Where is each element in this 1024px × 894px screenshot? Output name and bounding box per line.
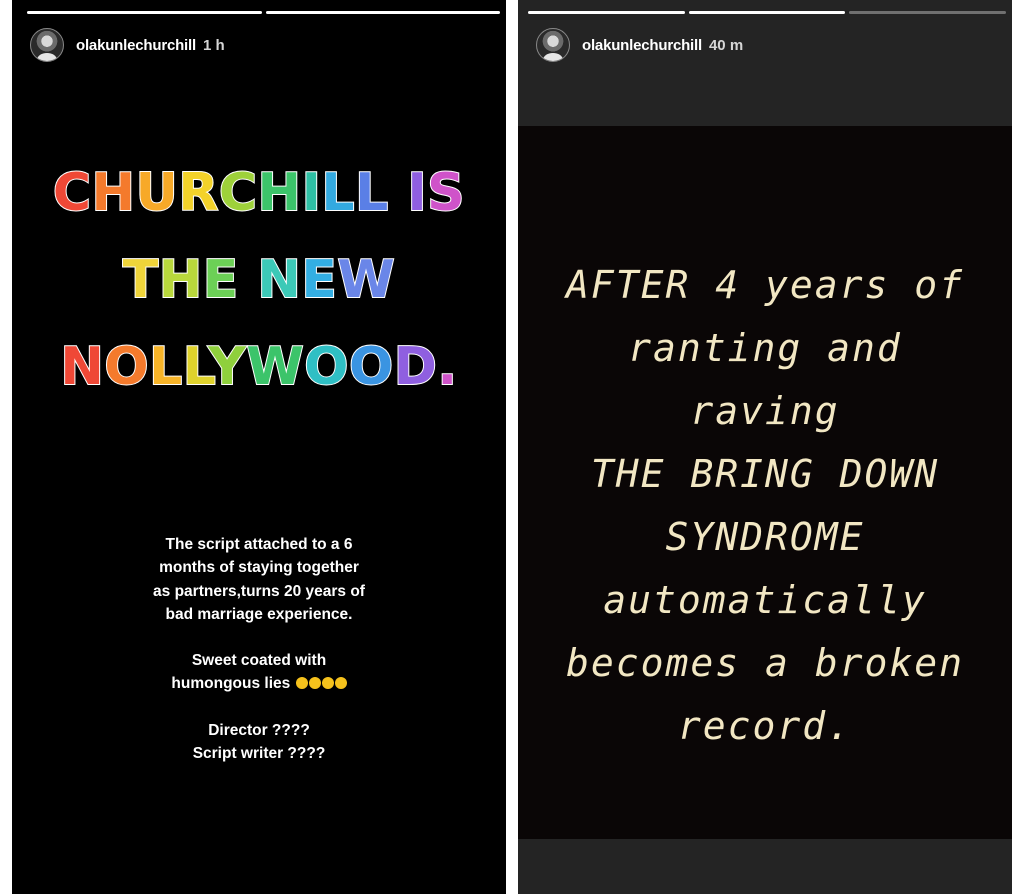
headline-line: NOLLYWOOD. bbox=[12, 324, 506, 411]
caption-paragraph: Sweet coated with humongous lies bbox=[12, 649, 506, 696]
headline-letter: T bbox=[122, 249, 159, 311]
avatar[interactable] bbox=[30, 28, 64, 62]
headline-letter: . bbox=[436, 336, 458, 398]
headline-letter: E bbox=[202, 249, 240, 311]
headline-letter: U bbox=[135, 162, 179, 224]
headline-letter bbox=[239, 250, 258, 310]
rofl-emoji-icon bbox=[334, 677, 347, 690]
timestamp: 1 h bbox=[202, 36, 225, 54]
headline-line: THE NEW bbox=[12, 237, 506, 324]
headline-letter: I bbox=[406, 162, 428, 224]
headline-letter: W bbox=[336, 249, 396, 311]
story-header: olakunlechurchill 40 m bbox=[536, 28, 743, 62]
typed-line: raving bbox=[690, 389, 840, 433]
rainbow-headline: CHURCHILL IS THE NEW NOLLYWOOD. bbox=[12, 150, 506, 411]
caption-line: humongous lies bbox=[171, 675, 291, 693]
headline-line: CHURCHILL IS bbox=[12, 150, 506, 237]
joy-emoji-icon bbox=[295, 677, 308, 690]
headline-letter: H bbox=[91, 162, 137, 224]
joy-emoji-icon bbox=[308, 677, 321, 690]
headline-letter: O bbox=[303, 336, 349, 398]
headline-letter: E bbox=[300, 249, 338, 311]
typed-line: becomes a broken bbox=[565, 641, 965, 685]
username[interactable]: olakunlechurchill bbox=[76, 37, 196, 54]
story-progress-bar bbox=[27, 11, 500, 14]
headline-letter: S bbox=[426, 162, 466, 224]
story-caption: The script attached to a 6 months of sta… bbox=[12, 533, 506, 788]
headline-letter: C bbox=[52, 162, 92, 224]
headline-letter: N bbox=[59, 336, 105, 398]
typed-line: THE BRING DOWN bbox=[590, 452, 940, 496]
headline-letter: C bbox=[218, 162, 258, 224]
typed-line: ranting and bbox=[628, 326, 902, 370]
avatar[interactable] bbox=[536, 28, 570, 62]
headline-letter: Y bbox=[207, 336, 247, 398]
headline-letter: R bbox=[177, 162, 219, 224]
rofl-emoji-icon bbox=[321, 677, 334, 690]
headline-letter: L bbox=[354, 162, 389, 224]
story-header: olakunlechurchill 1 h bbox=[30, 28, 225, 62]
caption-line: Script writer ???? bbox=[192, 745, 326, 763]
story-panel-right[interactable]: olakunlechurchill 40 m AFTER 4 years of r… bbox=[518, 0, 1012, 894]
caption-paragraph: The script attached to a 6 months of sta… bbox=[153, 536, 365, 623]
typed-line: automatically bbox=[603, 578, 927, 622]
timestamp: 40 m bbox=[708, 36, 744, 54]
headline-letter: D bbox=[393, 336, 438, 398]
headline-letter: O bbox=[103, 336, 150, 398]
caption-line: Director ???? bbox=[208, 721, 310, 739]
story-progress-bar bbox=[528, 11, 1007, 14]
headline-letter: L bbox=[320, 162, 356, 224]
headline-letter bbox=[389, 163, 408, 223]
username[interactable]: olakunlechurchill bbox=[582, 37, 702, 54]
caption-paragraph: Director ???? Script writer ???? bbox=[12, 719, 506, 766]
typed-line: SYNDROME bbox=[665, 515, 865, 559]
headline-letter: L bbox=[182, 336, 209, 398]
caption-line: Sweet coated with bbox=[191, 652, 327, 670]
headline-letter: W bbox=[245, 336, 305, 398]
headline-letter: H bbox=[257, 162, 303, 224]
headline-letter: I bbox=[301, 162, 322, 224]
typed-line: AFTER 4 years of bbox=[565, 263, 965, 307]
headline-letter: N bbox=[256, 249, 302, 311]
story-panel-left[interactable]: olakunlechurchill 1 h CHURCHILL IS THE NE… bbox=[12, 0, 506, 894]
typed-line: record. bbox=[677, 704, 853, 748]
headline-letter: O bbox=[348, 336, 394, 398]
headline-letter: L bbox=[148, 336, 183, 398]
typewriter-text: AFTER 4 years of ranting and raving THE BRI… bbox=[518, 254, 1012, 758]
headline-letter: H bbox=[158, 249, 204, 311]
